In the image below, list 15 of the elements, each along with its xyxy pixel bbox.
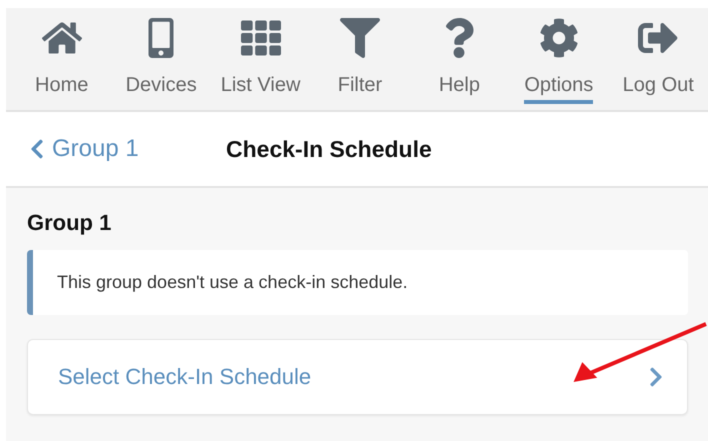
toolbar-button[interactable]: Filter: [310, 8, 410, 110]
toolbar-button[interactable]: List View: [210, 8, 310, 110]
select-schedule-button[interactable]: Select Check-In Schedule: [27, 339, 688, 415]
toolbar-button[interactable]: Home: [12, 8, 112, 110]
page-title: Check-In Schedule: [226, 136, 432, 162]
notice-message: This group doesn't use a check-in schedule.: [27, 250, 688, 315]
toolbar-button[interactable]: Help: [410, 8, 510, 110]
settings-icon: [538, 18, 579, 58]
section-title: Group 1: [27, 210, 112, 236]
filter-icon: [340, 18, 380, 58]
toolbar-button[interactable]: Devices: [111, 8, 211, 110]
back-link[interactable]: Group 1: [26, 135, 226, 163]
grid-icon: [240, 18, 281, 58]
toolbar-button[interactable]: Options: [509, 8, 609, 110]
toolbar-button[interactable]: Log Out: [608, 8, 708, 110]
